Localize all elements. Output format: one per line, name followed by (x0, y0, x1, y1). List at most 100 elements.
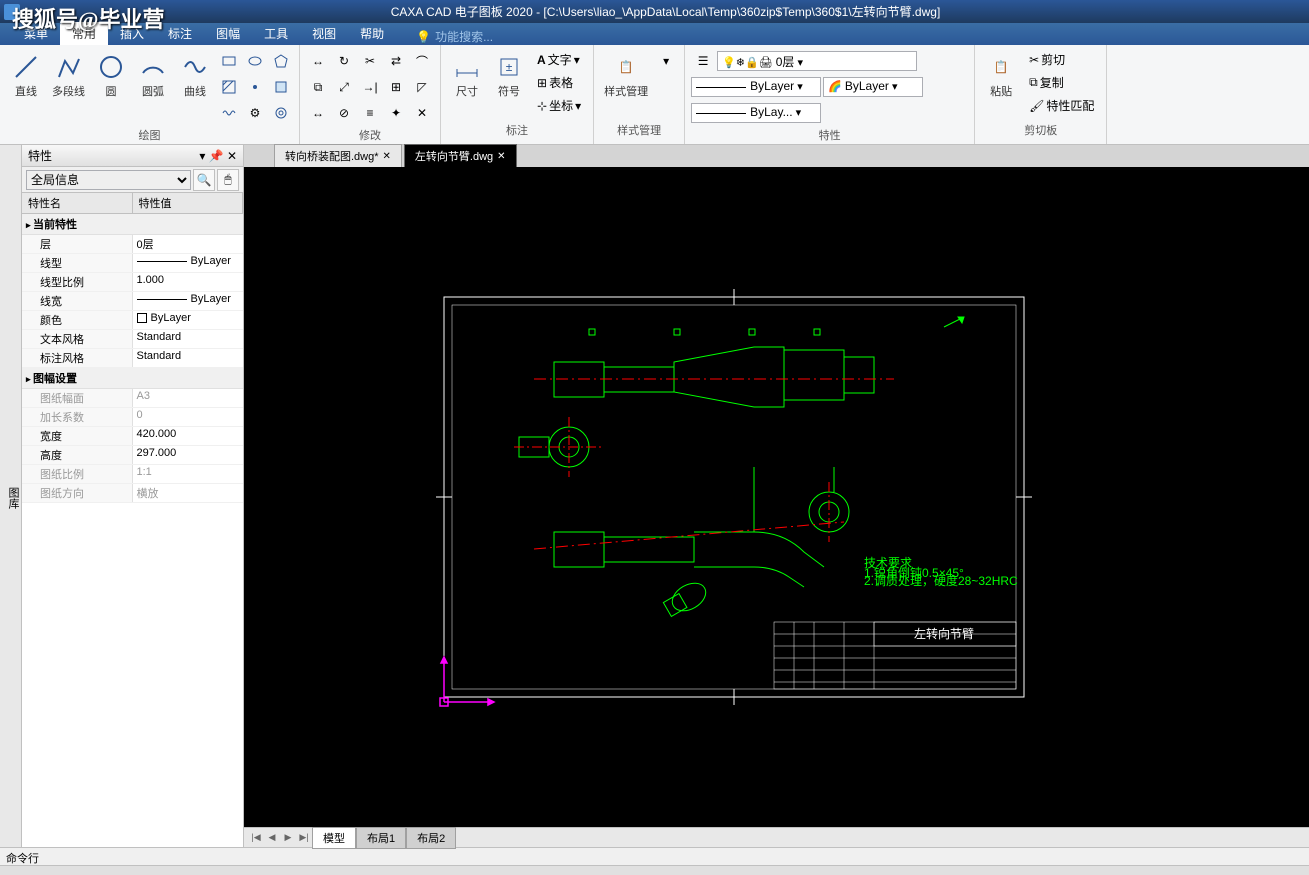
rotate-icon[interactable]: ↻ (332, 49, 356, 73)
prop-category[interactable]: 当前特性 (22, 214, 243, 235)
ellipse-icon[interactable] (243, 49, 267, 73)
document-tab[interactable]: 左转向节臂.dwg✕ (404, 144, 517, 167)
last-tab-icon[interactable]: ▶| (296, 830, 312, 846)
style-manage-button[interactable]: 📋样式管理 (600, 49, 652, 101)
next-tab-icon[interactable]: ▶ (280, 830, 296, 846)
dimension-button[interactable]: 尺寸 (447, 49, 487, 101)
command-line[interactable]: 命令行 (0, 847, 1309, 865)
hole-icon[interactable] (269, 101, 293, 125)
prop-row[interactable]: 层0层 (22, 235, 243, 254)
delete-icon[interactable]: ✕ (410, 101, 434, 125)
filter-icon[interactable]: 🔍 (193, 169, 215, 191)
prop-category[interactable]: 图幅设置 (22, 368, 243, 389)
move-icon[interactable]: ↔ (306, 49, 330, 73)
draw-group-label: 绘图 (6, 125, 293, 145)
spline-button[interactable]: 曲线 (175, 49, 215, 101)
prop-row[interactable]: 线型比例1.000 (22, 273, 243, 292)
prop-row[interactable]: 线宽ByLayer (22, 292, 243, 311)
gear-icon[interactable]: ⚙ (243, 101, 267, 125)
region-icon[interactable] (269, 75, 293, 99)
layout-tab-2[interactable]: 布局2 (406, 827, 456, 849)
match-button[interactable]: 🖌 特性匹配 (1023, 95, 1100, 116)
layer-tool-icon[interactable]: ☰ (691, 49, 715, 73)
document-tab[interactable]: 转向桥装配图.dwg*✕ (274, 144, 402, 167)
paste-button[interactable]: 📋粘贴 (981, 49, 1021, 101)
ribbon-group-props: ☰ 💡❄🔒🖨 0层 ▾ ByLayer ▾ 🌈 ByLayer ▾ ByLay.… (685, 45, 975, 144)
lweight-combo[interactable]: ByLay... ▾ (691, 103, 821, 123)
symbol-button[interactable]: ±符号 (489, 49, 529, 101)
table-button[interactable]: ⊞ 表格 (531, 72, 587, 93)
props-toolbar: 全局信息 🔍 🖱 (22, 167, 243, 193)
prop-row[interactable]: 高度297.000 (22, 446, 243, 465)
tab-view[interactable]: 视图 (300, 22, 348, 45)
stretch-icon[interactable]: ↔ (306, 101, 330, 125)
offset-icon[interactable]: ≡ (358, 101, 382, 125)
extend-icon[interactable]: →| (358, 75, 382, 99)
array-icon[interactable]: ⊞ (384, 75, 408, 99)
prop-row[interactable]: 图纸比例1:1 (22, 465, 243, 484)
prop-row[interactable]: 颜色ByLayer (22, 311, 243, 330)
pick-icon[interactable]: 🖱 (217, 169, 239, 191)
rect-icon[interactable] (217, 49, 241, 73)
watermark-overlay: 搜狐号@毕业营 (12, 2, 164, 34)
coord-button[interactable]: ⊹ 坐标 ▾ (531, 95, 587, 116)
close-icon[interactable]: ✕ (497, 151, 505, 162)
explode-icon[interactable]: ✦ (384, 101, 408, 125)
prop-row[interactable]: 图纸方向横放 (22, 484, 243, 503)
mirror-icon[interactable]: ⇄ (384, 49, 408, 73)
cad-canvas[interactable]: 左转向节臂 (244, 167, 1309, 827)
trim-icon[interactable]: ✂ (358, 49, 382, 73)
polyline-button[interactable]: 多段线 (48, 49, 89, 101)
circle-button[interactable]: 圆 (91, 49, 131, 101)
color-combo[interactable]: 🌈 ByLayer ▾ (823, 77, 923, 97)
layer-combo[interactable]: 💡❄🔒🖨 0层 ▾ (717, 51, 917, 71)
tab-help[interactable]: 帮助 (348, 22, 396, 45)
cad-drawing: 左转向节臂 (244, 167, 1309, 827)
prop-row[interactable]: 标注风格Standard (22, 349, 243, 368)
close-icon[interactable]: ✕ (383, 151, 391, 162)
ribbon: 直线 多段线 圆 圆弧 曲线 ⚙ 绘图 ↔ ↻ ✂ (0, 45, 1309, 145)
cut-button[interactable]: ✂ 剪切 (1023, 49, 1100, 70)
point-icon[interactable] (243, 75, 267, 99)
wave-icon[interactable] (217, 101, 241, 125)
first-tab-icon[interactable]: |◀ (248, 830, 264, 846)
hatch-icon[interactable] (217, 75, 241, 99)
break-icon[interactable]: ⊘ (332, 101, 356, 125)
layout-tab-model[interactable]: 模型 (312, 827, 356, 849)
workspace: 图库 特性 ▾ 📌 ✕ 全局信息 🔍 🖱 特性名 特性值 当前特性层0层线型By… (0, 145, 1309, 847)
line-button[interactable]: 直线 (6, 49, 46, 101)
prop-row[interactable]: 宽度420.000 (22, 427, 243, 446)
tab-frame[interactable]: 图幅 (204, 22, 252, 45)
selection-combo[interactable]: 全局信息 (26, 170, 191, 190)
fillet-icon[interactable]: ⌒ (410, 49, 434, 73)
prop-row[interactable]: 线型ByLayer (22, 254, 243, 273)
prop-row[interactable]: 图纸幅面A3 (22, 389, 243, 408)
arc-button[interactable]: 圆弧 (133, 49, 173, 101)
bulb-icon: 💡 (416, 30, 431, 44)
prop-row[interactable]: 文本风格Standard (22, 330, 243, 349)
title-bar: CAXA CAD 电子图板 2020 - [C:\Users\liao_\App… (0, 0, 1309, 23)
library-sidebar[interactable]: 图库 (0, 145, 22, 847)
drawing-area: 转向桥装配图.dwg*✕左转向节臂.dwg✕ (244, 145, 1309, 847)
props-body: 当前特性层0层线型ByLayer线型比例1.000线宽ByLayer颜色ByLa… (22, 214, 243, 847)
search-hint[interactable]: 💡 功能搜索... (416, 28, 493, 45)
linetype-combo[interactable]: ByLayer ▾ (691, 77, 821, 97)
copy-button[interactable]: ⧉ 复制 (1023, 72, 1100, 93)
text-button[interactable]: A 文字 ▾ (531, 49, 587, 70)
scale-icon[interactable]: ⤢ (332, 75, 356, 99)
autohide-icon[interactable]: ▾ 📌 ✕ (199, 149, 237, 163)
style-more-icon[interactable]: ▾ (654, 49, 678, 73)
properties-panel: 特性 ▾ 📌 ✕ 全局信息 🔍 🖱 特性名 特性值 当前特性层0层线型ByLay… (22, 145, 244, 847)
polygon-icon[interactable] (269, 49, 293, 73)
prop-row[interactable]: 加长系数0 (22, 408, 243, 427)
props-group-label: 特性 (691, 125, 968, 145)
chamfer-icon[interactable]: ◸ (410, 75, 434, 99)
ribbon-group-modify: ↔ ↻ ✂ ⇄ ⌒ ⧉ ⤢ →| ⊞ ◸ ↔ ⊘ ≡ ✦ ✕ 修改 (300, 45, 441, 144)
layout-tabs: |◀ ◀ ▶ ▶| 模型 布局1 布局2 (244, 827, 1309, 847)
svg-text:±: ± (506, 60, 513, 74)
copy-icon[interactable]: ⧉ (306, 75, 330, 99)
ribbon-group-clip: 📋粘贴 ✂ 剪切 ⧉ 复制 🖌 特性匹配 剪切板 (975, 45, 1107, 144)
layout-tab-1[interactable]: 布局1 (356, 827, 406, 849)
tab-tools[interactable]: 工具 (252, 22, 300, 45)
prev-tab-icon[interactable]: ◀ (264, 830, 280, 846)
